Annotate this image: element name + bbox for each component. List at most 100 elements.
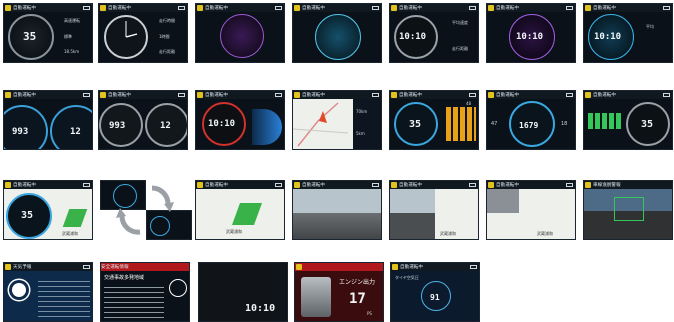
rpm-value: 1679 bbox=[519, 121, 539, 130]
speed-value: 35 bbox=[641, 119, 654, 130]
status-bar: 自動運転中 bbox=[4, 181, 92, 189]
status-bar: 自動運転中 bbox=[390, 181, 478, 189]
screen-tile-green-bars[interactable]: 自動運転中 35 bbox=[583, 90, 673, 150]
screen-tile-camera-map[interactable]: 自動運転中 武蔵浦和 bbox=[389, 180, 479, 240]
screen-tile-clock-only[interactable]: 10:10 bbox=[198, 262, 288, 322]
camera-icon bbox=[197, 182, 203, 188]
status-title: 車線逸脱警報 bbox=[593, 183, 621, 188]
speed-value: 35 bbox=[23, 30, 37, 43]
left-value: 993 bbox=[12, 127, 29, 137]
info-label: 5km bbox=[356, 131, 365, 136]
screen-tile-blue-horizon[interactable]: 自動運転中 bbox=[292, 3, 382, 63]
status-title: 自動運転中 bbox=[399, 6, 422, 11]
battery-icon bbox=[469, 183, 476, 187]
battery-icon bbox=[469, 6, 476, 10]
status-title: 自動運転中 bbox=[13, 183, 36, 188]
screen-tile-analog-clock[interactable]: 自動運転中 走行時間 1時間 走行距離 bbox=[98, 3, 188, 63]
screen-tile-twin-gauge-blue[interactable]: 自動運転中 993 12 bbox=[3, 90, 93, 150]
left-value: 47 bbox=[491, 121, 498, 127]
screen-tile-tire-pressure[interactable]: 自動運転中 タイヤ空気圧 91 bbox=[390, 262, 480, 322]
status-bar: 自動運転中 bbox=[4, 4, 92, 12]
status-title: 自動運転中 bbox=[205, 6, 228, 11]
info-text bbox=[104, 283, 164, 319]
battery-icon bbox=[83, 93, 90, 97]
camera-icon bbox=[294, 5, 300, 11]
screen-tile-map[interactable]: 自動運転中 70km 5km bbox=[292, 90, 382, 150]
status-title: 自動運転中 bbox=[496, 93, 519, 98]
status-bar: 自動運転中 bbox=[196, 4, 284, 12]
tire-label: タイヤ空気圧 bbox=[395, 275, 419, 280]
status-title: 自動運転中 bbox=[399, 183, 422, 188]
digital-time: 10:10 bbox=[399, 32, 427, 42]
info-label: 平均 bbox=[646, 24, 654, 29]
screen-tile-digital-clock[interactable]: 自動運転中 10:10 平均速度 走行距離 bbox=[389, 3, 479, 63]
status-bar: 自動運転中 bbox=[196, 91, 284, 99]
screen-tile-split-map[interactable]: 自動運転中 武蔵浦和 bbox=[486, 180, 576, 240]
battery-icon bbox=[275, 93, 282, 97]
status-bar: 自動運転中 bbox=[487, 4, 575, 12]
screen-tile-rpm-gauge[interactable]: 自動運転中 1679 47 18 bbox=[486, 90, 576, 150]
camera-icon bbox=[294, 182, 300, 188]
tire-value: 91 bbox=[430, 293, 440, 302]
battery-icon bbox=[566, 6, 573, 10]
status-bar: 自動運転中 bbox=[391, 263, 479, 271]
place-label: 武蔵浦和 bbox=[537, 231, 553, 236]
status-bar: 自動運転中 bbox=[4, 91, 92, 99]
info-label: 18.5km bbox=[64, 49, 80, 54]
left-value: 993 bbox=[109, 121, 126, 131]
status-title: 自動運転中 bbox=[400, 265, 423, 270]
screen-tile-camera-road[interactable]: 自動運転中 bbox=[292, 180, 382, 240]
status-title: 自動運転中 bbox=[593, 93, 616, 98]
right-value: 18 bbox=[561, 121, 568, 127]
camera-icon bbox=[197, 5, 203, 11]
screen-tile-purple-compass[interactable]: 自動運転中 bbox=[195, 3, 285, 63]
info-label: 標準 bbox=[64, 34, 72, 39]
battery-icon bbox=[83, 6, 90, 10]
screen-tile-weather[interactable]: 天気予報 bbox=[3, 262, 93, 322]
road-surface bbox=[390, 213, 435, 239]
screen-tile-map-route[interactable]: 自動運転中 武蔵浦和 bbox=[195, 180, 285, 240]
green-level bbox=[588, 113, 622, 129]
camera-icon bbox=[391, 5, 397, 11]
place-label: 武蔵浦和 bbox=[226, 229, 242, 234]
status-bar: 自動運転中 bbox=[196, 181, 284, 189]
status-title: 自動運転中 bbox=[399, 93, 422, 98]
status-bar: 自動運転中 bbox=[584, 4, 672, 12]
digital-time: 10:10 bbox=[594, 32, 622, 42]
status-bar: 自動運転中 bbox=[99, 91, 187, 99]
screen-tile-safety-info[interactable]: 安全運転情報 交通事故多発地域 bbox=[100, 262, 190, 322]
screen-tile-twin-gauge-grey[interactable]: 自動運転中 993 12 bbox=[98, 90, 188, 150]
screen-tile-speed-bars[interactable]: 自動運転中 35 48 bbox=[389, 90, 479, 150]
battery-icon bbox=[470, 265, 477, 269]
battery-icon bbox=[663, 6, 670, 10]
status-bar: 安全運転情報 bbox=[101, 263, 189, 271]
info-label: 平均速度 bbox=[452, 20, 468, 25]
camera-icon bbox=[5, 92, 11, 98]
screen-tile-purple-clock[interactable]: 自動運転中 10:10 bbox=[486, 3, 576, 63]
camera-icon bbox=[488, 5, 494, 11]
camera-icon bbox=[585, 92, 591, 98]
battery-icon bbox=[83, 265, 90, 269]
side-value: 48 bbox=[466, 101, 472, 106]
level-bars bbox=[446, 107, 476, 141]
status-bar: 車線逸脱警報 bbox=[584, 181, 672, 189]
screen-tile-red-ring-clock[interactable]: 自動運転中 10:10 bbox=[195, 90, 285, 150]
screen-tile-lane-warning[interactable]: 車線逸脱警報 bbox=[583, 180, 673, 240]
screen-tile-analog-speed[interactable]: 自動運転中 35 高速運転 標準 18.5km bbox=[3, 3, 93, 63]
camera-icon bbox=[585, 5, 591, 11]
lane-frame bbox=[614, 197, 644, 221]
screen-tile-map-speed[interactable]: 自動運転中 35 武蔵浦和 bbox=[3, 180, 93, 240]
battery-icon bbox=[372, 183, 379, 187]
swap-arrows-icon bbox=[116, 185, 174, 235]
screen-switch-graphic bbox=[100, 180, 192, 240]
screen-tile-engine-power[interactable]: エンジン出力 17 PS bbox=[294, 262, 384, 322]
battery-icon bbox=[178, 93, 185, 97]
camera-icon bbox=[5, 5, 11, 11]
forecast-text bbox=[38, 277, 90, 317]
warning-icon bbox=[169, 279, 187, 297]
digital-time: 10:10 bbox=[245, 303, 276, 314]
route-shape bbox=[231, 203, 263, 225]
screen-tile-blue-clock[interactable]: 自動運転中 10:10 平均 bbox=[583, 3, 673, 63]
camera-icon bbox=[585, 182, 591, 188]
battery-icon bbox=[566, 93, 573, 97]
